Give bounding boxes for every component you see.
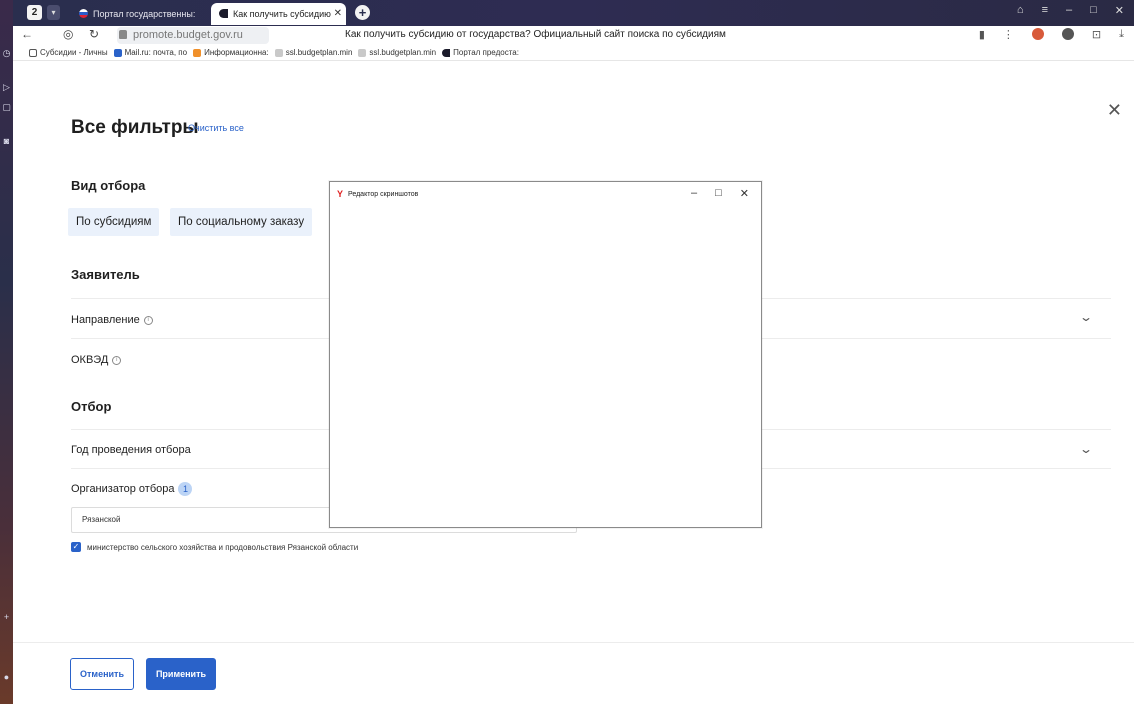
tab-bar: 2 ▾ Портал государственны: Как получить … [13,0,1134,26]
close-icon[interactable]: ✕ [740,187,749,200]
assistant-icon[interactable]: ● [1,672,12,683]
year-row[interactable]: Год проведения отбора [71,444,191,456]
selected-count-badge: 1 [178,482,193,496]
tab-portal[interactable]: Портал государственны: [71,3,207,25]
screenshot-editor-window[interactable]: Y Редактор скриншотов – □ ✕ [329,181,762,528]
site-icon [358,48,367,57]
year-label: Год проведения отбора [71,444,191,456]
counter-icon[interactable]: ▢ [1,102,12,113]
minimize-icon[interactable]: – [1066,4,1072,17]
bookmark-item[interactable]: Портал предоста: [442,48,519,57]
page-title: Все фильтры [71,117,199,138]
bookmark-item[interactable]: Информационна: [193,48,269,57]
site-icon [274,48,283,57]
site-favicon-icon [219,9,228,18]
okved-label: ОКВЭД [71,354,109,366]
window-controls: ⌂ ≡ – □ ✕ [1017,4,1124,17]
address-bar: ← ◎ ↻ promote.budget.gov.ru Как получить… [13,26,1134,45]
option-label: министерство сельского хозяйства и продо… [87,542,359,552]
apply-button[interactable]: Применить [146,658,216,690]
play-icon[interactable]: ▷ [1,82,12,93]
sidebar-icon[interactable]: ⊡ [1092,28,1101,41]
tab-count-button[interactable]: 2 [27,5,42,20]
minimize-icon[interactable]: – [691,187,697,200]
portal-icon [442,48,451,57]
reload-icon[interactable]: ↻ [89,27,99,41]
bookmark-icon[interactable]: ▮ [979,28,985,41]
close-icon[interactable]: ✕ [334,3,342,25]
chevron-down-icon[interactable]: ⌄ [1079,310,1093,324]
browser-side-panel: ◷ ▷ ▢ ◙ + ● [0,0,13,704]
organizer-label: Организатор отбора [71,483,175,495]
info-icon[interactable]: i [112,355,122,365]
section-heading: Отбор [71,399,112,414]
clear-all-link[interactable]: Очистить все [188,123,244,133]
mail-icon [113,48,122,57]
shield-icon[interactable]: ◎ [63,27,73,41]
bookmark-item[interactable]: ssl.budgetplan.min [358,48,436,57]
menu-icon[interactable]: ≡ [1042,4,1048,17]
section-heading: Заявитель [71,267,140,282]
back-icon[interactable]: ← [21,27,33,41]
add-icon[interactable]: + [1,612,12,623]
page-title-in-bar: Как получить субсидию от государства? Оф… [345,29,726,40]
more-icon[interactable]: ⋮ [1003,28,1014,41]
organizer-row[interactable]: Организатор отбора 1 [71,482,193,496]
direction-row[interactable]: Направление i [71,314,153,326]
organizer-option[interactable]: ✓ министерство сельского хозяйства и про… [71,542,358,552]
bookmark-item[interactable]: Mail.ru: почта, по [113,48,187,57]
section-heading: Вид отбора [71,178,146,193]
maximize-icon[interactable]: □ [715,187,722,200]
tab-subsidies[interactable]: Как получить субсидию ✕ [211,3,346,25]
okved-row[interactable]: ОКВЭД i [71,354,122,366]
chip-subsidies[interactable]: По субсидиям [68,208,160,236]
close-icon[interactable]: ✕ [1107,100,1122,121]
extension-icon[interactable] [1031,28,1044,40]
lock-icon [119,30,127,39]
download-icon[interactable]: ⤓ [1119,28,1124,41]
window-controls: – □ ✕ [691,187,749,200]
bookmark-item[interactable]: Субсидии - Личны [29,48,108,57]
toolbar-icons: ▮ ⋮ ⊡ ⤓ [979,28,1124,41]
tab-label: Как получить субсидию [233,9,331,19]
new-tab-button[interactable]: + [355,5,370,20]
chip-social-order[interactable]: По социальному заказу [170,208,313,236]
close-window-icon[interactable]: ✕ [1115,4,1124,17]
chevron-down-icon[interactable]: ⌄ [1079,442,1093,456]
window-title: Редактор скриншотов [348,191,419,198]
direction-label: Направление [71,314,140,326]
cancel-button[interactable]: Отменить [70,658,134,690]
camera-icon[interactable]: ◙ [1,136,12,147]
chevron-down-icon[interactable]: ▾ [47,5,60,20]
info-site-icon [193,48,202,57]
yandex-logo-icon: Y [337,189,344,199]
maximize-icon[interactable]: □ [1090,4,1097,17]
bookmark-item[interactable]: ssl.budgetplan.min [274,48,352,57]
history-icon[interactable]: ◷ [1,48,12,59]
info-icon[interactable]: i [143,315,153,325]
bookmarks-bar: Субсидии - Личны Mail.ru: почта, по Инфо… [13,45,1134,61]
pin-icon[interactable]: ⌂ [1017,4,1024,17]
checkbox-checked-icon[interactable]: ✓ [71,542,81,552]
extension-icon-2[interactable] [1061,28,1074,40]
flag-icon [79,9,88,18]
tab-label: Портал государственны: [93,9,196,19]
url-text[interactable]: promote.budget.gov.ru [133,29,243,41]
page-icon [29,48,37,57]
footer-divider [13,642,1134,643]
